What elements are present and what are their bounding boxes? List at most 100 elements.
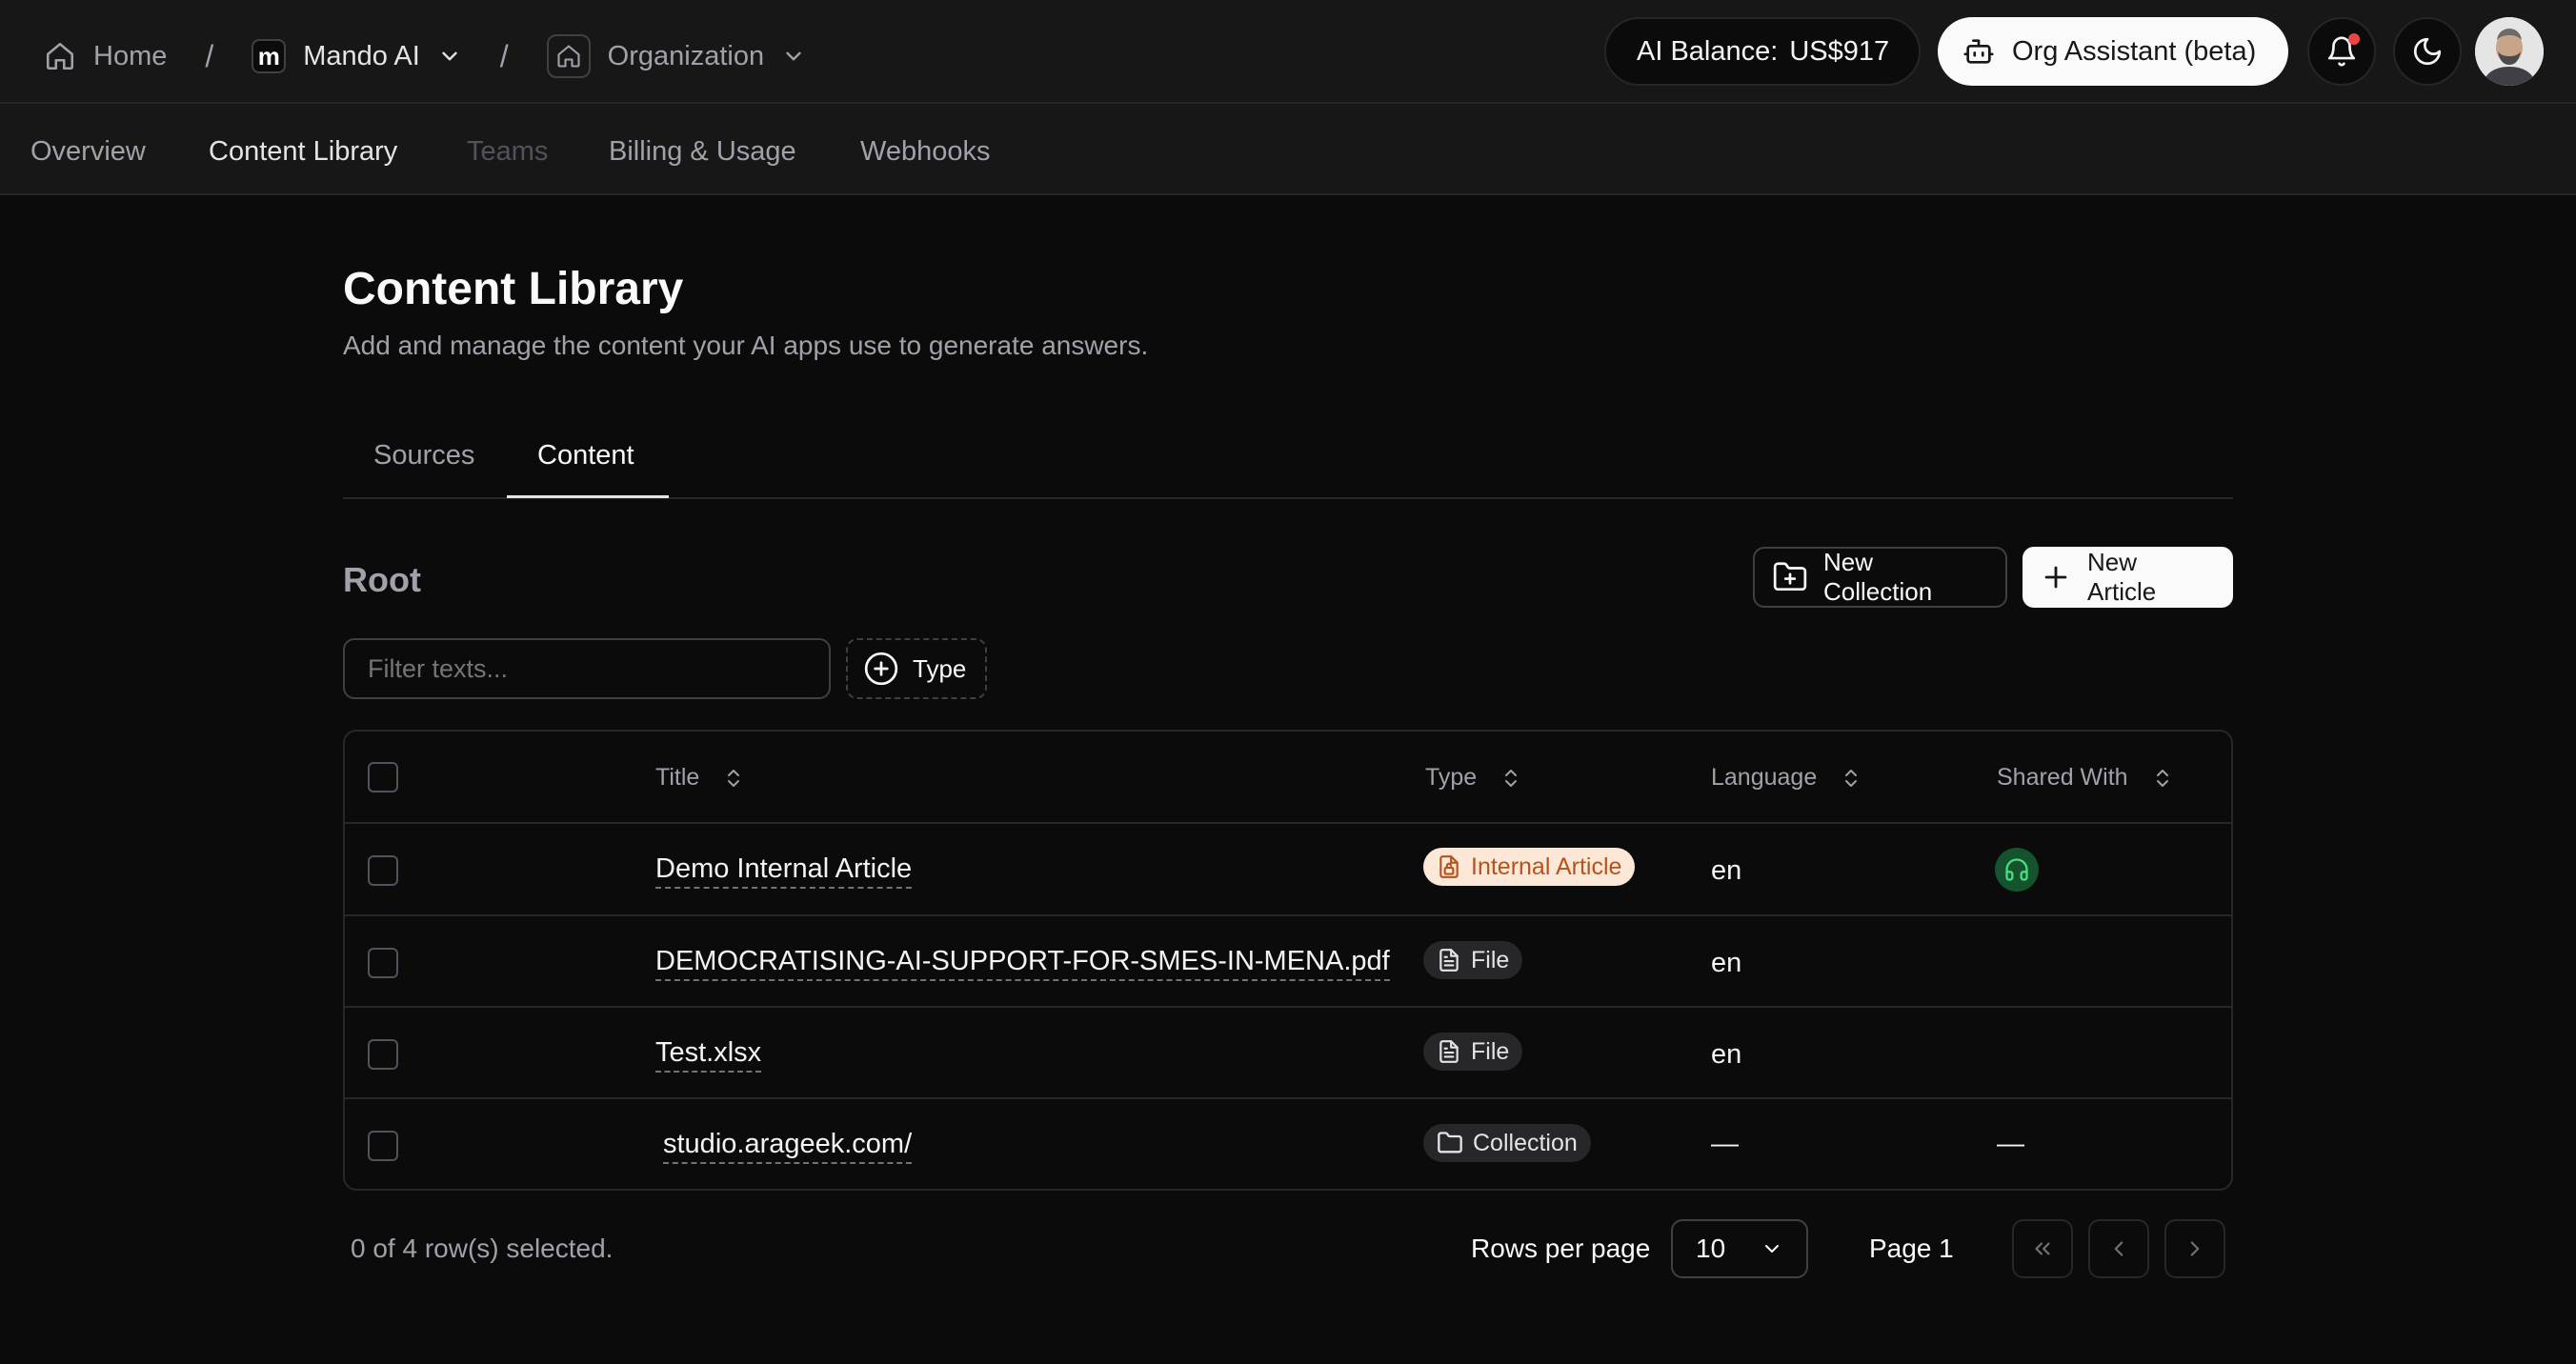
breadcrumb-separator: / — [499, 38, 509, 73]
notifications-button[interactable] — [2307, 17, 2376, 86]
plus-icon — [2040, 561, 2072, 593]
type-badge: File — [1423, 1033, 1523, 1071]
column-title-label: Title — [655, 764, 700, 791]
row-divider — [345, 914, 2231, 916]
shared-with-cell: — — [1997, 1129, 2024, 1159]
rows-per-page-label: Rows per page — [1471, 1234, 1651, 1263]
theme-toggle-button[interactable] — [2393, 17, 2462, 86]
filter-input[interactable] — [343, 638, 831, 699]
folder-plus-icon — [1772, 559, 1808, 595]
row-divider — [345, 1006, 2231, 1008]
column-type[interactable]: Type — [1425, 764, 1522, 792]
chevron-left-icon — [2106, 1236, 2131, 1261]
bell-icon — [2325, 33, 2360, 68]
row-title-link[interactable]: Demo Internal Article — [655, 853, 913, 889]
moon-icon — [2411, 35, 2444, 68]
org-assistant-label: Org Assistant (beta) — [2012, 35, 2257, 67]
breadcrumb-workspace-label: Mando AI — [303, 40, 420, 71]
row-title-link[interactable]: studio.arageek.com/ — [663, 1129, 913, 1164]
nav-overview[interactable]: Overview — [30, 136, 146, 168]
nav-content-library[interactable]: Content Library — [209, 136, 397, 168]
selection-count: 0 of 4 row(s) selected. — [351, 1234, 614, 1263]
column-language-label: Language — [1711, 764, 1818, 791]
row-checkbox[interactable] — [368, 948, 398, 978]
type-badge-label: File — [1471, 1037, 1510, 1065]
language-cell: en — [1711, 855, 1742, 886]
top-bar: Home / m Mando AI / Organization AI Bala… — [0, 0, 2576, 104]
chevrons-left-icon — [2030, 1236, 2055, 1261]
bot-icon — [1962, 35, 1995, 68]
ai-balance[interactable]: AI Balance: US$917 — [1604, 17, 1921, 86]
next-page-button[interactable] — [2164, 1219, 2225, 1278]
workspace-logo: m — [252, 39, 287, 73]
row-checkbox[interactable] — [368, 1131, 398, 1161]
sort-icon — [722, 765, 745, 792]
type-badge-label: File — [1471, 946, 1510, 973]
language-cell: en — [1711, 948, 1742, 978]
ai-balance-label: AI Balance: — [1637, 35, 1779, 67]
plus-circle-icon — [863, 651, 899, 687]
headset-icon — [2003, 856, 2030, 883]
column-title[interactable]: Title — [655, 764, 745, 792]
row-checkbox[interactable] — [368, 855, 398, 886]
page-title: Content Library — [343, 264, 684, 314]
column-type-label: Type — [1425, 764, 1478, 791]
lock-file-icon — [1437, 854, 1461, 879]
organization-icon — [546, 34, 591, 78]
file-icon — [1437, 948, 1461, 973]
column-shared-with-label: Shared With — [1997, 764, 2128, 791]
type-filter-label: Type — [913, 653, 967, 683]
type-badge: File — [1423, 941, 1523, 979]
new-article-label: New Article — [2087, 548, 2157, 606]
tab-sources[interactable]: Sources — [373, 440, 474, 471]
tab-content-indicator — [507, 495, 669, 498]
row-divider — [345, 1097, 2231, 1099]
breadcrumb-section[interactable]: Organization — [546, 34, 806, 78]
avatar[interactable] — [2475, 17, 2544, 86]
column-language[interactable]: Language — [1711, 764, 1862, 792]
type-filter-button[interactable]: Type — [846, 638, 987, 699]
type-badge-label: Internal Article — [1471, 852, 1622, 880]
collection-title: Root — [343, 560, 421, 599]
rows-per-page-select[interactable]: 10 — [1671, 1219, 1808, 1278]
language-cell: — — [1711, 1129, 1739, 1159]
type-badge: Internal Article — [1423, 848, 1636, 886]
breadcrumb-home[interactable]: Home — [44, 40, 167, 72]
language-cell: en — [1711, 1039, 1742, 1070]
new-collection-label: New Collection — [1823, 548, 1933, 606]
first-page-button[interactable] — [2012, 1219, 2073, 1278]
row-title-link[interactable]: Test.xlsx — [655, 1037, 762, 1073]
chevron-down-icon — [781, 44, 806, 69]
sort-icon — [1840, 765, 1862, 792]
breadcrumb-home-label: Home — [93, 40, 168, 71]
notification-dot — [2348, 33, 2360, 45]
page-indicator: Page 1 — [1869, 1234, 1954, 1263]
tab-content[interactable]: Content — [537, 440, 634, 471]
new-collection-button[interactable]: New Collection — [1753, 547, 2007, 608]
select-all-checkbox[interactable] — [368, 762, 398, 792]
home-icon — [44, 40, 76, 72]
sort-icon — [2151, 765, 2174, 792]
new-article-button[interactable]: New Article — [2023, 547, 2233, 608]
org-assistant-button[interactable]: Org Assistant (beta) — [1938, 17, 2288, 86]
nav-webhooks[interactable]: Webhooks — [860, 136, 991, 168]
sort-icon — [1499, 765, 1522, 792]
rows-per-page-value: 10 — [1696, 1234, 1726, 1263]
nav-billing-usage[interactable]: Billing & Usage — [609, 136, 796, 168]
ai-balance-value: US$917 — [1789, 35, 1890, 67]
breadcrumb-workspace[interactable]: m Mando AI — [252, 39, 462, 73]
breadcrumb-section-label: Organization — [607, 40, 765, 71]
row-checkbox[interactable] — [368, 1039, 398, 1070]
file-icon — [1437, 1039, 1461, 1064]
shared-with-support[interactable] — [1995, 848, 2039, 892]
row-divider — [345, 822, 2231, 824]
column-shared-with[interactable]: Shared With — [1997, 764, 2174, 792]
folder-icon — [1437, 1130, 1463, 1156]
breadcrumb: Home / m Mando AI / Organization — [44, 34, 806, 78]
previous-page-button[interactable] — [2088, 1219, 2149, 1278]
row-title-link[interactable]: DEMOCRATISING-AI-SUPPORT-FOR-SMES-IN-MEN… — [655, 946, 1390, 981]
chevron-down-icon — [1761, 1237, 1783, 1260]
nav-teams: Teams — [467, 136, 549, 167]
content-table: Title Type Language Shared With Demo Int… — [343, 730, 2233, 1191]
page-subtitle: Add and manage the content your AI apps … — [343, 331, 1149, 360]
